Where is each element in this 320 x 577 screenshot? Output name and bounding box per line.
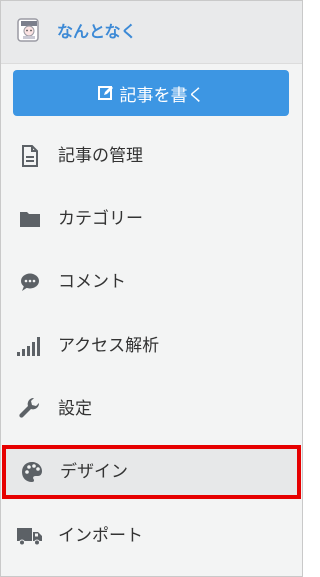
- signal-bars-icon: [17, 334, 43, 358]
- folder-icon: [17, 207, 43, 231]
- blog-header[interactable]: なんとなく: [1, 1, 302, 64]
- menu-item-manage-articles[interactable]: 記事の管理: [1, 131, 302, 181]
- menu-item-label: カテゴリー: [58, 209, 143, 229]
- menu-item-label: インポート: [58, 526, 143, 546]
- comment-icon: [17, 270, 43, 294]
- wrench-icon: [17, 397, 43, 421]
- menu-item-label: 記事の管理: [58, 146, 143, 166]
- menu-item-categories[interactable]: カテゴリー: [1, 194, 302, 244]
- document-icon: [17, 144, 43, 168]
- sidebar-panel: なんとなく 記事を書く 記事の管理 カテゴリー コメント アクセス解析 設定 デ…: [0, 0, 303, 577]
- menu-item-label: コメント: [58, 272, 126, 292]
- palette-icon: [19, 460, 45, 484]
- menu-item-label: デザイン: [60, 462, 128, 482]
- menu-item-label: アクセス解析: [58, 336, 160, 356]
- menu-item-label: 設定: [58, 399, 92, 419]
- menu-item-comments[interactable]: コメント: [1, 257, 302, 307]
- menu-item-settings[interactable]: 設定: [1, 384, 302, 434]
- edit-icon: [97, 86, 113, 100]
- write-article-button[interactable]: 記事を書く: [13, 70, 289, 116]
- blog-avatar-icon: [17, 18, 41, 44]
- blog-title[interactable]: なんとなく: [57, 20, 137, 44]
- menu-item-design[interactable]: デザイン: [2, 445, 301, 499]
- menu-item-access-analytics[interactable]: アクセス解析: [1, 321, 302, 371]
- write-article-label: 記事を書く: [119, 85, 205, 106]
- truck-icon: [17, 524, 43, 548]
- menu-item-import[interactable]: インポート: [1, 511, 302, 561]
